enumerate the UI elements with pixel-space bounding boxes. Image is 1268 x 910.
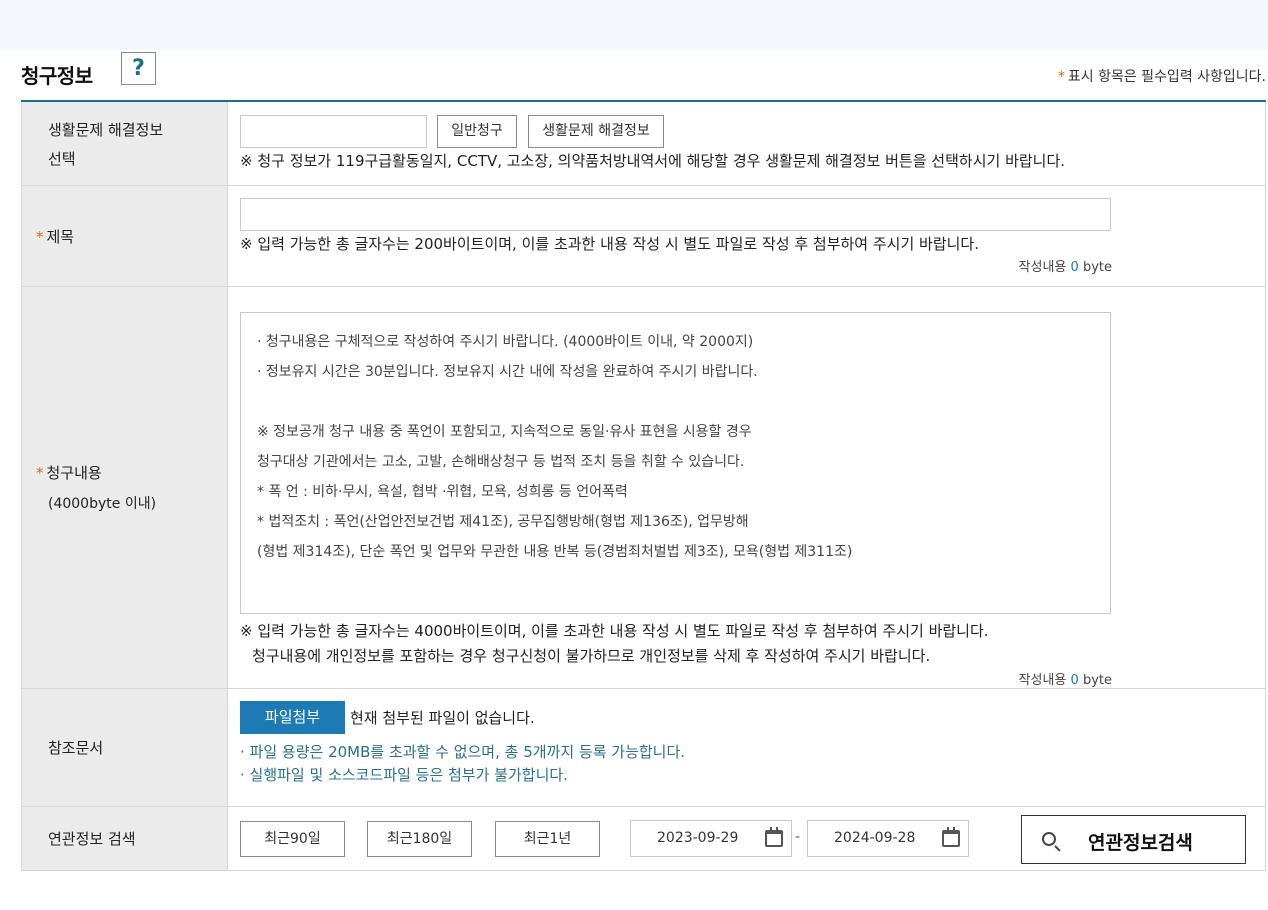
label-line2: 선택 (48, 149, 76, 168)
placeholder-line: ※ 정보공개 청구 내용 중 폭언이 포함되고, 지속적으로 동일·유사 표현을… (257, 424, 752, 440)
content-sublabel: (4000byte 이내) (48, 496, 157, 512)
placeholder-line: * 폭 언 : 비하·무시, 욕설, 협박 ·위협, 모욕, 성희롱 등 언어폭… (257, 484, 628, 500)
counter-value: 0 (1070, 673, 1079, 688)
search-icon (1042, 832, 1056, 846)
cell-reference: 파일첨부 현재 첨부된 파일이 없습니다. · 파일 용량은 20MB를 초과할… (228, 689, 1266, 806)
date-separator: - (795, 829, 801, 845)
required-note: * 표시 항목은 필수입력 사항입니다. (1058, 66, 1266, 86)
placeholder-line: · 청구내용은 구체적으로 작성하여 주시기 바랍니다. (4000바이트 이내… (257, 334, 754, 350)
required-star: * (36, 227, 44, 246)
label-subject: * 제목 (21, 186, 228, 286)
request-form: 생활문제 해결정보 선택 일반청구 생활문제 해결정보 ※ 청구 정보가 119… (21, 100, 1266, 871)
life-problem-note: ※ 청구 정보가 119구급활동일지, CCTV, 고소장, 의약품처방내역서에… (240, 152, 1066, 170)
cell-content: · 청구내용은 구체적으로 작성하여 주시기 바랍니다. (4000바이트 이내… (228, 287, 1266, 688)
row-subject: * 제목 ※ 입력 가능한 총 글자수는 200바이트이며, 이를 초과한 내용 … (21, 186, 1266, 287)
top-band (0, 0, 1268, 50)
cell-life-problem: 일반청구 생활문제 해결정보 ※ 청구 정보가 119구급활동일지, CCTV,… (228, 102, 1266, 185)
attach-status: 현재 첨부된 파일이 없습니다. (350, 709, 535, 727)
period-90-days-button[interactable]: 최근90일 (240, 821, 345, 857)
date-from-value: 2023-09-29 (657, 830, 739, 846)
life-problem-input[interactable] (240, 115, 427, 148)
date-to-field[interactable]: 2024-09-28 (807, 820, 969, 857)
content-label-line: * 청구내용 (36, 462, 227, 483)
counter-value: 0 (1070, 260, 1079, 275)
label-reference: 참조문서 (21, 689, 228, 806)
life-problem-button[interactable]: 생활문제 해결정보 (528, 115, 664, 148)
content-textarea[interactable]: · 청구내용은 구체적으로 작성하여 주시기 바랍니다. (4000바이트 이내… (240, 312, 1111, 614)
calendar-icon[interactable] (765, 827, 783, 847)
general-request-button[interactable]: 일반청구 (437, 115, 517, 148)
subject-label: 제목 (46, 227, 75, 246)
date-from-field[interactable]: 2023-09-29 (630, 820, 792, 857)
row-related-search: 연관정보 검색 최근90일 최근180일 최근1년 2023-09-29 - 2… (21, 807, 1266, 871)
period-1-year-button[interactable]: 최근1년 (495, 821, 600, 857)
search-button-label: 연관정보검색 (1088, 832, 1193, 854)
related-search-button[interactable]: 연관정보검색 (1021, 815, 1246, 864)
row-reference: 참조문서 파일첨부 현재 첨부된 파일이 없습니다. · 파일 용량은 20MB… (21, 689, 1266, 807)
row-life-problem: 생활문제 해결정보 선택 일반청구 생활문제 해결정보 ※ 청구 정보가 119… (21, 102, 1266, 186)
attach-info-1: · 파일 용량은 20MB를 초과할 수 없으며, 총 5개까지 등록 가능합니… (240, 743, 686, 761)
content-note-2: 청구내용에 개인정보를 포함하는 경우 청구신청이 불가하므로 개인정보를 삭제… (252, 647, 931, 665)
cell-subject: ※ 입력 가능한 총 글자수는 200바이트이며, 이를 초과한 내용 작성 시… (228, 186, 1266, 286)
subject-label-line: * 제목 (36, 226, 227, 247)
help-icon[interactable]: ? (121, 52, 156, 85)
reference-label: 참조문서 (48, 739, 104, 757)
required-star: * (36, 464, 44, 482)
label-related-search: 연관정보 검색 (21, 807, 228, 870)
page-title: 청구정보 (21, 64, 93, 88)
calendar-icon[interactable] (942, 827, 960, 847)
counter-prefix: 작성내용 (1018, 260, 1067, 275)
placeholder-line: * 법적조치 : 폭언(산업안전보건법 제41조), 공무집행방해(형법 제13… (257, 514, 749, 530)
placeholder-line: 청구대상 기관에서는 고소, 고발, 손해배상청구 등 법적 조치 등을 취할 … (257, 454, 745, 470)
period-180-days-button[interactable]: 최근180일 (367, 821, 472, 857)
subject-byte-counter: 작성내용 0 byte (1019, 256, 1112, 275)
required-note-text: 표시 항목은 필수입력 사항입니다. (1067, 69, 1266, 85)
content-note-1: ※ 입력 가능한 총 글자수는 4000바이트이며, 이를 초과한 내용 작성 … (240, 622, 989, 640)
counter-unit: byte (1082, 673, 1112, 688)
related-label: 연관정보 검색 (48, 830, 136, 848)
label-line1: 생활문제 해결정보 (48, 120, 164, 139)
attach-info-2: · 실행파일 및 소스코드파일 등은 첨부가 불가합니다. (240, 766, 568, 784)
placeholder-line: (형법 제314조), 단순 폭언 및 업무와 무관한 내용 반복 등(경범죄처… (257, 544, 853, 560)
subject-note: ※ 입력 가능한 총 글자수는 200바이트이며, 이를 초과한 내용 작성 시… (240, 235, 979, 253)
subject-input[interactable] (240, 198, 1111, 231)
attach-file-button[interactable]: 파일첨부 (240, 701, 345, 734)
placeholder-line: · 정보유지 시간은 30분입니다. 정보유지 시간 내에 작성을 완료하여 주… (257, 364, 758, 380)
label-life-problem: 생활문제 해결정보 선택 (21, 102, 228, 185)
counter-unit: byte (1082, 260, 1112, 275)
date-to-value: 2024-09-28 (834, 830, 916, 846)
placeholder-line (257, 389, 1094, 419)
cell-related-search: 최근90일 최근180일 최근1년 2023-09-29 - 2024-09-2… (228, 807, 1266, 870)
content-byte-counter: 작성내용 0 byte (1019, 669, 1112, 688)
required-star: * (1057, 69, 1065, 85)
content-label: 청구내용 (46, 464, 102, 482)
row-content: * 청구내용 (4000byte 이내) · 청구내용은 구체적으로 작성하여 주… (21, 287, 1266, 689)
label-content: * 청구내용 (4000byte 이내) (21, 287, 228, 688)
counter-prefix: 작성내용 (1018, 673, 1067, 688)
